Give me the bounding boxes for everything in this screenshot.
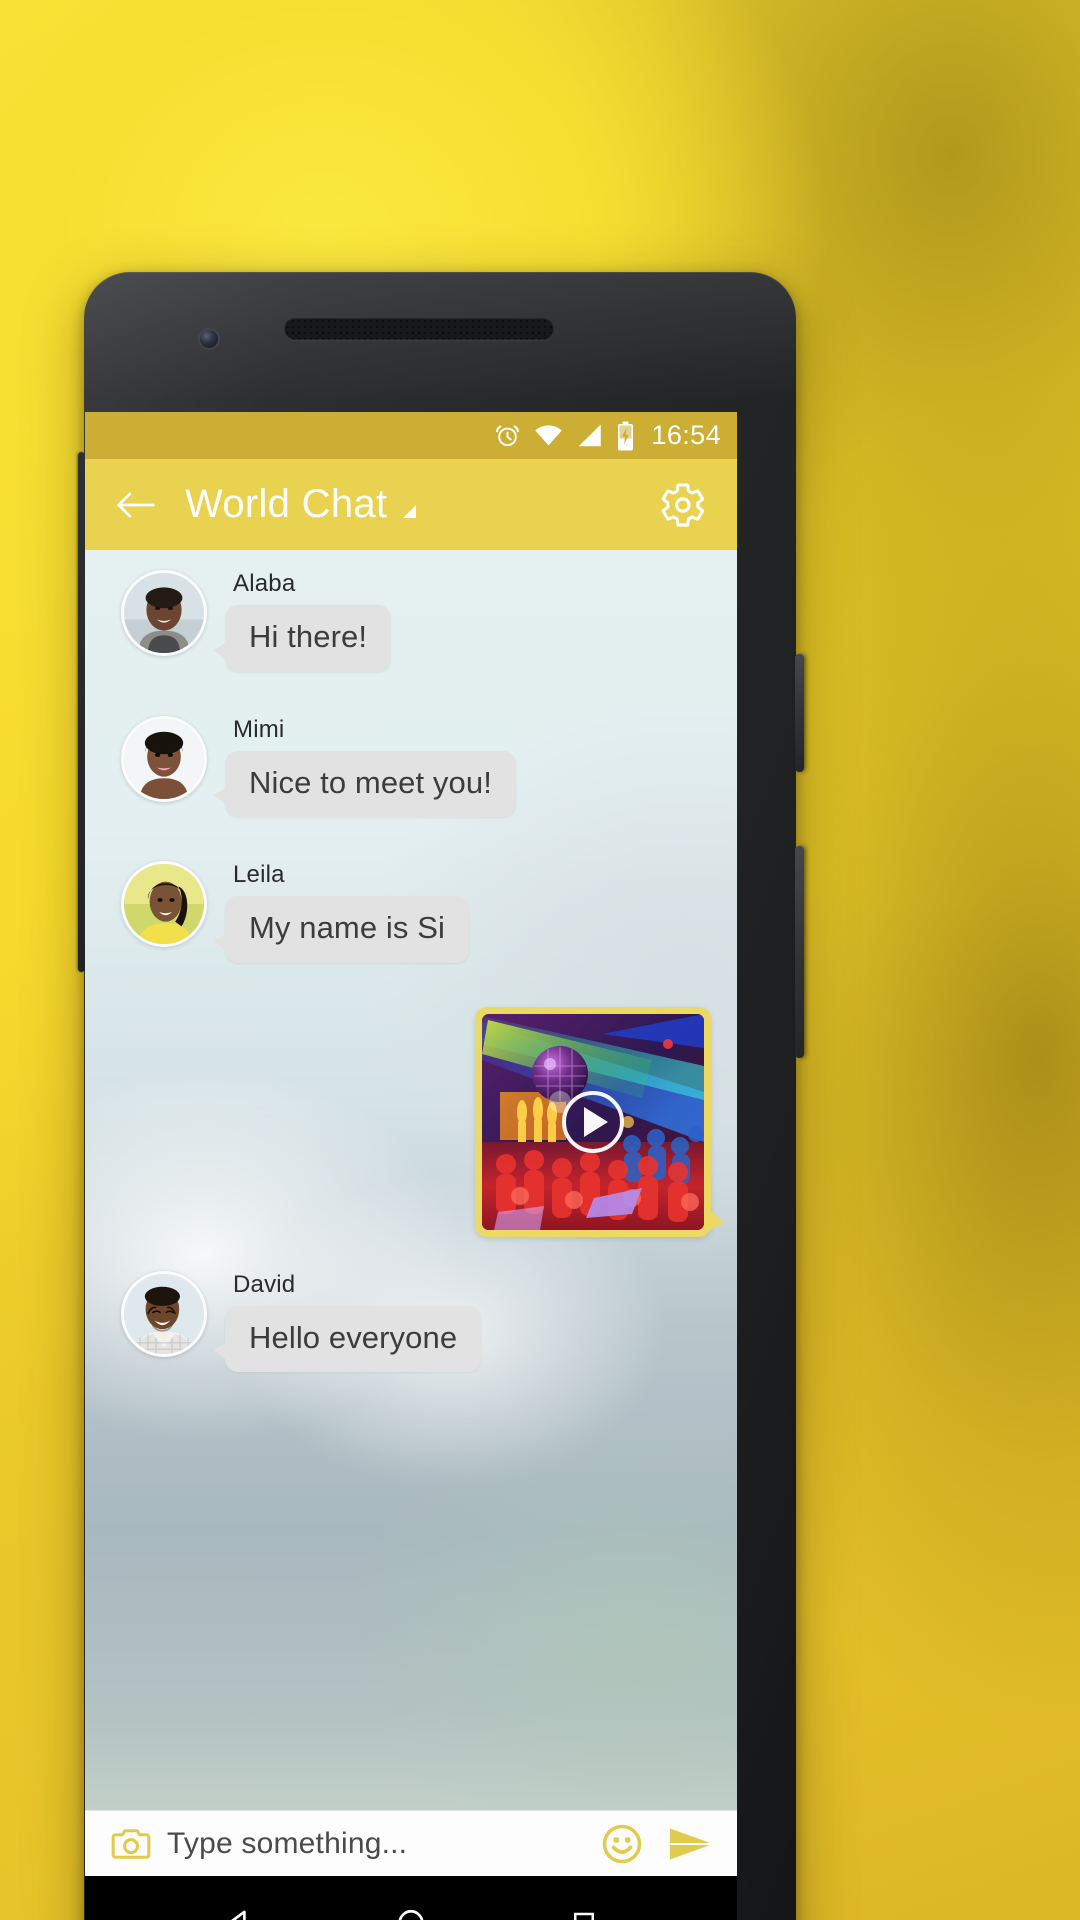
battery-charging-icon <box>618 421 634 450</box>
cellular-signal-icon <box>579 424 602 447</box>
power-button[interactable] <box>795 846 804 1058</box>
emoji-button[interactable] <box>599 1821 645 1867</box>
phone-screen: 16:54 World Chat Alaba Hi there! Mimi Ni… <box>85 412 737 1920</box>
avatar[interactable] <box>121 715 207 802</box>
message-column: Leila My name is Si <box>214 861 469 963</box>
message-column: Alaba Hi there! <box>213 570 392 672</box>
message-column: Mimi Nice to meet you! <box>214 715 516 818</box>
camera-icon <box>111 1828 151 1859</box>
play-button[interactable] <box>562 1090 624 1153</box>
chat-message-list[interactable]: Alaba Hi there! Mimi Nice to meet you! L… <box>85 550 737 1810</box>
page-title: World Chat <box>185 482 388 526</box>
message-bubble[interactable]: Nice to meet you! <box>214 750 516 818</box>
play-triangle-icon <box>584 1106 608 1137</box>
chat-message-alaba[interactable]: Alaba Hi there! <box>85 570 737 672</box>
message-column: David Hello everyone <box>213 1270 482 1373</box>
wifi-icon <box>535 425 563 446</box>
message-sender-name: David <box>233 1270 296 1298</box>
mimi-avatar-icon <box>124 718 204 799</box>
earpiece-speaker-grille <box>284 318 554 340</box>
message-bubble[interactable]: Hi there! <box>213 605 392 672</box>
message-input[interactable] <box>167 1826 599 1861</box>
camera-button[interactable] <box>109 1822 153 1866</box>
chat-message-david[interactable]: David Hello everyone <box>85 1270 737 1373</box>
chat-message-leila[interactable]: Leila My name is Si <box>85 861 737 963</box>
video-message-bubble[interactable] <box>475 1006 724 1237</box>
send-button[interactable] <box>665 1821 715 1867</box>
status-bar: 16:54 <box>85 412 737 459</box>
message-sender-name: Mimi <box>233 715 285 743</box>
leila-avatar-icon <box>124 864 204 945</box>
chat-message-mimi[interactable]: Mimi Nice to meet you! <box>85 715 737 818</box>
phone-device-frame: 16:54 World Chat Alaba Hi there! Mimi Ni… <box>78 272 804 1920</box>
status-bar-clock: 16:54 <box>651 420 721 450</box>
alarm-icon <box>496 425 520 447</box>
avatar[interactable] <box>121 1270 207 1357</box>
chevron-down-icon[interactable] <box>403 505 417 518</box>
message-sender-name: Leila <box>233 861 285 889</box>
phone-left-rail <box>78 452 85 972</box>
david-avatar-icon <box>124 1273 204 1354</box>
chat-inner: Alaba Hi there! Mimi Nice to meet you! L… <box>85 550 737 1422</box>
front-camera-icon <box>200 330 218 348</box>
back-button[interactable] <box>113 482 159 528</box>
chat-message-video[interactable] <box>85 1006 737 1237</box>
avatar[interactable] <box>121 861 207 948</box>
alaba-avatar-icon <box>124 573 204 653</box>
message-sender-name: Alaba <box>233 570 296 597</box>
android-navigation-bar <box>85 1876 737 1920</box>
smiley-icon <box>602 1824 642 1863</box>
nav-home-circle-icon <box>398 1909 424 1920</box>
nav-recents-button[interactable] <box>554 1894 614 1920</box>
gear-icon <box>661 482 704 527</box>
message-bubble[interactable]: Hello everyone <box>213 1305 482 1373</box>
nav-recents-square-icon <box>574 1912 595 1920</box>
app-bar: World Chat <box>85 459 737 550</box>
send-icon <box>669 1827 711 1860</box>
settings-button[interactable] <box>655 477 711 533</box>
message-bubble[interactable]: My name is Si <box>214 896 469 963</box>
nav-back-button[interactable] <box>208 1894 268 1920</box>
nav-back-triangle-icon <box>230 1910 246 1920</box>
video-thumbnail[interactable] <box>482 1013 704 1230</box>
nav-home-button[interactable] <box>381 1894 441 1920</box>
avatar[interactable] <box>121 570 207 656</box>
volume-button[interactable] <box>795 654 804 772</box>
message-composer <box>85 1810 737 1876</box>
back-arrow-icon <box>117 492 155 517</box>
